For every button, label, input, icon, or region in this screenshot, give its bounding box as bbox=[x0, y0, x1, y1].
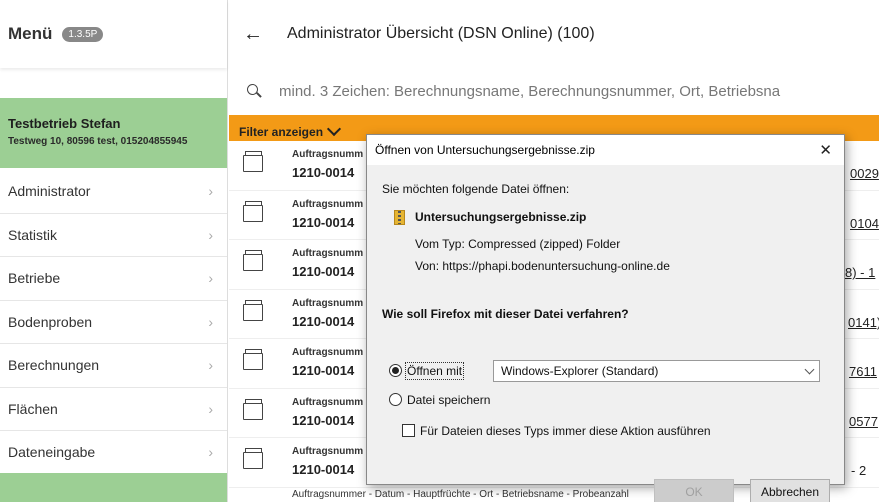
search-input[interactable]: mind. 3 Zeichen: Berechnungsname, Berech… bbox=[279, 83, 780, 100]
sidebar-item-bodenproben[interactable]: Bodenproben › bbox=[0, 301, 227, 344]
sidebar-item-label: Berechnungen bbox=[8, 357, 100, 374]
chevron-right-icon: › bbox=[208, 313, 213, 330]
file-source: Von: https://phapi.bodenuntersuchung-onl… bbox=[415, 259, 670, 273]
search-bar[interactable]: mind. 3 Zeichen: Berechnungsname, Berech… bbox=[229, 68, 879, 114]
row-label: Auftragsnumm bbox=[292, 248, 364, 259]
row-label: Auftragsnumm bbox=[292, 396, 364, 408]
chevron-down-icon bbox=[804, 364, 815, 374]
ok-button[interactable]: OK bbox=[654, 479, 734, 502]
zip-file-icon bbox=[394, 210, 405, 225]
row-number: 1210-0014 bbox=[292, 462, 355, 477]
sidebar-item-label: Statistik bbox=[8, 226, 58, 243]
sidebar-item-administrator[interactable]: Administrator › bbox=[0, 170, 227, 214]
row-number: 1210-0014 bbox=[292, 214, 355, 230]
version-badge: 1.3.5P bbox=[62, 26, 104, 42]
dialog-body: Sie möchten folgende Datei öffnen: Unter… bbox=[367, 165, 844, 502]
menu-title: Menü bbox=[8, 24, 53, 43]
search-icon bbox=[247, 84, 261, 98]
chevron-right-icon: › bbox=[208, 270, 213, 287]
row-link[interactable]: 0141) bbox=[848, 315, 879, 330]
folder-icon bbox=[243, 151, 263, 172]
filter-label: Filter anzeigen bbox=[239, 125, 324, 139]
sidebar-nav: Administrator › Statistik › Betriebe › B… bbox=[0, 170, 227, 475]
row-number: 1210-0014 bbox=[292, 264, 355, 279]
save-file-label[interactable]: Datei speichern bbox=[407, 393, 490, 407]
row-number: 1210-0014 bbox=[292, 313, 355, 329]
sidebar-item-label: Flächen bbox=[8, 400, 58, 417]
row-label: Auftragsnumm bbox=[292, 446, 364, 457]
row-label: Auftragsnumm bbox=[292, 297, 364, 309]
row-text: - 2 bbox=[851, 463, 867, 478]
always-do-label[interactable]: Für Dateien dieses Typs immer diese Akti… bbox=[420, 424, 711, 438]
folder-icon bbox=[243, 299, 263, 321]
always-do-checkbox[interactable] bbox=[402, 424, 415, 437]
dialog-prompt: Sie möchten folgende Datei öffnen: bbox=[382, 182, 570, 196]
sidebar-item-dateneingabe[interactable]: Dateneingabe › bbox=[0, 431, 227, 475]
back-arrow-icon[interactable]: ← bbox=[243, 23, 263, 46]
row-link[interactable]: 0029 bbox=[850, 166, 879, 181]
sidebar-item-betriebe[interactable]: Betriebe › bbox=[0, 257, 227, 301]
sidebar-item-berechnungen[interactable]: Berechnungen › bbox=[0, 344, 227, 388]
file-name: Untersuchungsergebnisse.zip bbox=[415, 210, 587, 224]
row-label: Auftragsnumm bbox=[292, 198, 364, 210]
row-link[interactable]: 0577 bbox=[849, 414, 878, 429]
sidebar: Menü 1.3.5P Testbetrieb Stefan Testweg 1… bbox=[0, 0, 228, 502]
chevron-right-icon: › bbox=[208, 357, 213, 374]
row-link[interactable]: 0104 bbox=[850, 216, 879, 231]
sidebar-item-label: Administrator bbox=[8, 183, 91, 200]
folder-icon bbox=[243, 250, 263, 271]
action-question: Wie soll Firefox mit dieser Datei verfah… bbox=[382, 307, 629, 321]
company-name: Testbetrieb Stefan bbox=[8, 116, 121, 131]
save-file-radio[interactable] bbox=[389, 393, 402, 406]
row-number: 1210-0014 bbox=[292, 363, 355, 378]
folder-icon bbox=[243, 349, 263, 370]
dialog-title: Öffnen von Untersuchungsergebnisse.zip bbox=[375, 143, 595, 157]
chevron-right-icon: › bbox=[208, 183, 213, 200]
row-label: Auftragsnumm bbox=[292, 149, 364, 160]
chevron-right-icon: › bbox=[208, 400, 213, 417]
sidebar-item-label: Dateneingabe bbox=[8, 444, 96, 461]
sidebar-item-statistik[interactable]: Statistik › bbox=[0, 214, 227, 257]
sidebar-header: Menü 1.3.5P bbox=[0, 0, 227, 68]
page-title: Administrator Übersicht (DSN Online) (10… bbox=[287, 25, 595, 42]
row-number: 1210-0014 bbox=[292, 412, 355, 428]
sidebar-item-label: Betriebe bbox=[8, 270, 61, 287]
chevron-right-icon: › bbox=[208, 444, 213, 461]
chevron-right-icon: › bbox=[208, 226, 213, 243]
folder-icon bbox=[243, 398, 263, 420]
application-select-value: Windows-Explorer (Standard) bbox=[501, 364, 659, 378]
dialog-title-bar[interactable]: Öffnen von Untersuchungsergebnisse.zip ✕ bbox=[367, 135, 844, 165]
list-item-partial-label: Auftragsnummer - Datum - Hauptfrüchte - … bbox=[292, 489, 629, 500]
sidebar-item-flaechen[interactable]: Flächen › bbox=[0, 388, 227, 431]
open-with-radio[interactable] bbox=[389, 364, 402, 377]
folder-icon bbox=[243, 448, 263, 469]
cancel-button[interactable]: Abbrechen bbox=[750, 479, 830, 502]
download-dialog: Öffnen von Untersuchungsergebnisse.zip ✕… bbox=[366, 134, 845, 502]
close-icon[interactable]: ✕ bbox=[819, 141, 832, 159]
top-bar: ← Administrator Übersicht (DSN Online) (… bbox=[229, 0, 879, 68]
file-type: Vom Typ: Compressed (zipped) Folder bbox=[415, 237, 621, 251]
row-link[interactable]: 8) - 1 bbox=[845, 265, 875, 280]
row-link[interactable]: 7611 bbox=[849, 364, 877, 379]
sidebar-footer-highlight bbox=[0, 473, 227, 502]
row-number: 1210-0014 bbox=[292, 165, 355, 180]
company-card[interactable]: Testbetrieb Stefan Testweg 10, 80596 tes… bbox=[0, 98, 227, 168]
chevron-down-icon bbox=[326, 121, 342, 137]
folder-icon bbox=[243, 200, 263, 222]
sidebar-item-label: Bodenproben bbox=[8, 313, 93, 330]
application-select[interactable]: Windows-Explorer (Standard) bbox=[493, 360, 820, 382]
row-label: Auftragsnumm bbox=[292, 347, 364, 358]
open-with-label[interactable]: Öffnen mit bbox=[404, 362, 465, 380]
company-address: Testweg 10, 80596 test, 015204855945 bbox=[8, 136, 188, 147]
